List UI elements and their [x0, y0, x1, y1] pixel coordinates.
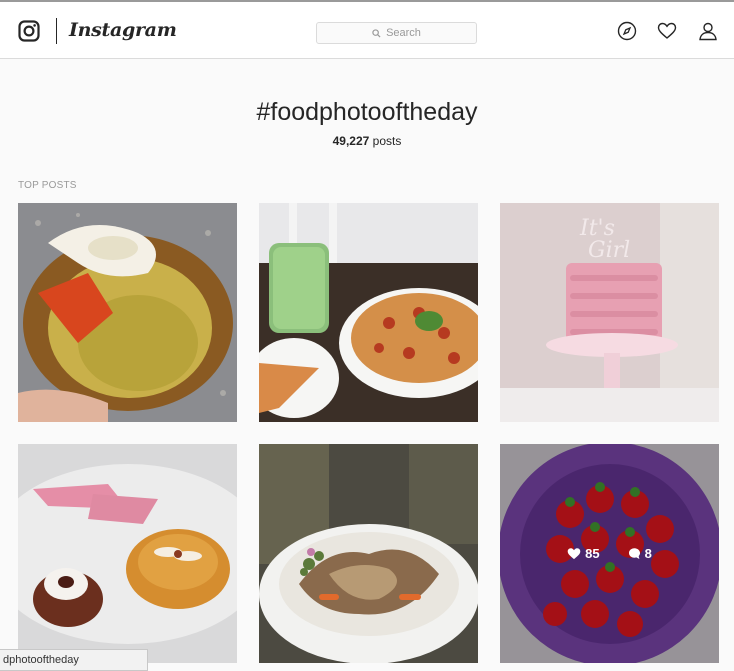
explore-compass-icon[interactable]	[617, 21, 637, 41]
heart-filled-icon	[567, 548, 581, 560]
comments-stat: 8	[628, 546, 652, 561]
post-tile-6[interactable]: 85 8	[500, 444, 719, 663]
top-nav-bar: Instagram Search	[0, 2, 734, 59]
post-image-pizza	[259, 203, 478, 422]
post-image-meat-bowl	[259, 444, 478, 663]
post-tile-2[interactable]	[259, 203, 478, 422]
browser-status-tooltip: dphotooftheday	[0, 649, 148, 671]
post-count: 49,227 posts	[0, 134, 734, 148]
profile-icon[interactable]	[698, 21, 718, 41]
logo-divider	[56, 18, 57, 44]
likes-count: 85	[585, 546, 600, 561]
post-tile-3[interactable]: It's Girl	[500, 203, 719, 422]
instagram-logo-icon[interactable]	[18, 20, 40, 42]
post-count-number: 49,227	[332, 134, 370, 148]
post-tile-5[interactable]	[259, 444, 478, 663]
post-image-pink-cake: It's Girl	[500, 203, 719, 422]
comments-count: 8	[644, 546, 652, 561]
post-image-lobster	[18, 203, 237, 422]
svg-text:Girl: Girl	[588, 238, 630, 263]
post-hover-overlay[interactable]: 85 8	[500, 444, 719, 663]
post-image-dessert-plate	[18, 444, 237, 663]
search-input[interactable]: Search	[316, 22, 477, 44]
search-placeholder: Search	[386, 27, 421, 39]
likes-stat: 85	[567, 546, 600, 561]
search-icon	[372, 28, 381, 38]
post-tile-1[interactable]	[18, 203, 237, 422]
hashtag-title: #foodphotooftheday	[256, 98, 478, 126]
top-posts-label: TOP POSTS	[18, 180, 77, 191]
comment-bubble-icon	[628, 548, 640, 560]
instagram-wordmark[interactable]: Instagram	[69, 19, 177, 41]
post-tile-4[interactable]	[18, 444, 237, 663]
post-count-suffix: posts	[372, 134, 402, 148]
heart-icon[interactable]	[657, 21, 677, 41]
